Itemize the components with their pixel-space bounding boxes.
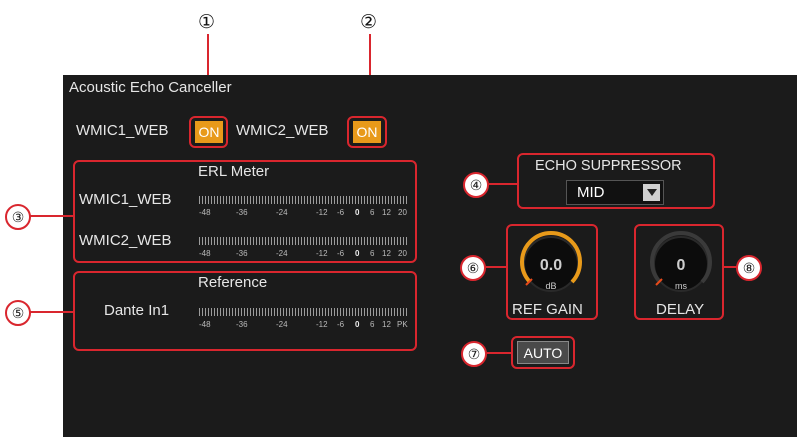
callout-8-leader (723, 266, 737, 268)
callout-3: ③ (5, 204, 31, 230)
callout-8-box (634, 224, 724, 320)
callout-7-leader (487, 352, 512, 354)
callout-4-box (517, 153, 715, 209)
panel-title: Acoustic Echo Canceller (69, 79, 232, 96)
callout-5-box (73, 271, 417, 351)
channel-1-label: WMIC1_WEB (76, 122, 169, 139)
callout-3-box (73, 160, 417, 263)
callout-1: ① (198, 12, 216, 33)
callout-4-leader (489, 183, 518, 185)
callout-6-box (506, 224, 598, 320)
callout-4: ④ (463, 172, 489, 198)
callout-2-box (347, 116, 387, 148)
channel-2-label: WMIC2_WEB (236, 122, 329, 139)
callout-5-leader (29, 311, 74, 313)
callout-7-box (511, 336, 575, 369)
callout-2: ② (360, 12, 378, 33)
callout-5: ⑤ (5, 300, 31, 326)
callout-7: ⑦ (461, 341, 487, 367)
callout-6: ⑥ (460, 255, 486, 281)
callout-3-leader (29, 215, 74, 217)
callout-6-leader (486, 266, 507, 268)
callout-1-box (189, 116, 228, 148)
callout-8: ⑧ (736, 255, 762, 281)
